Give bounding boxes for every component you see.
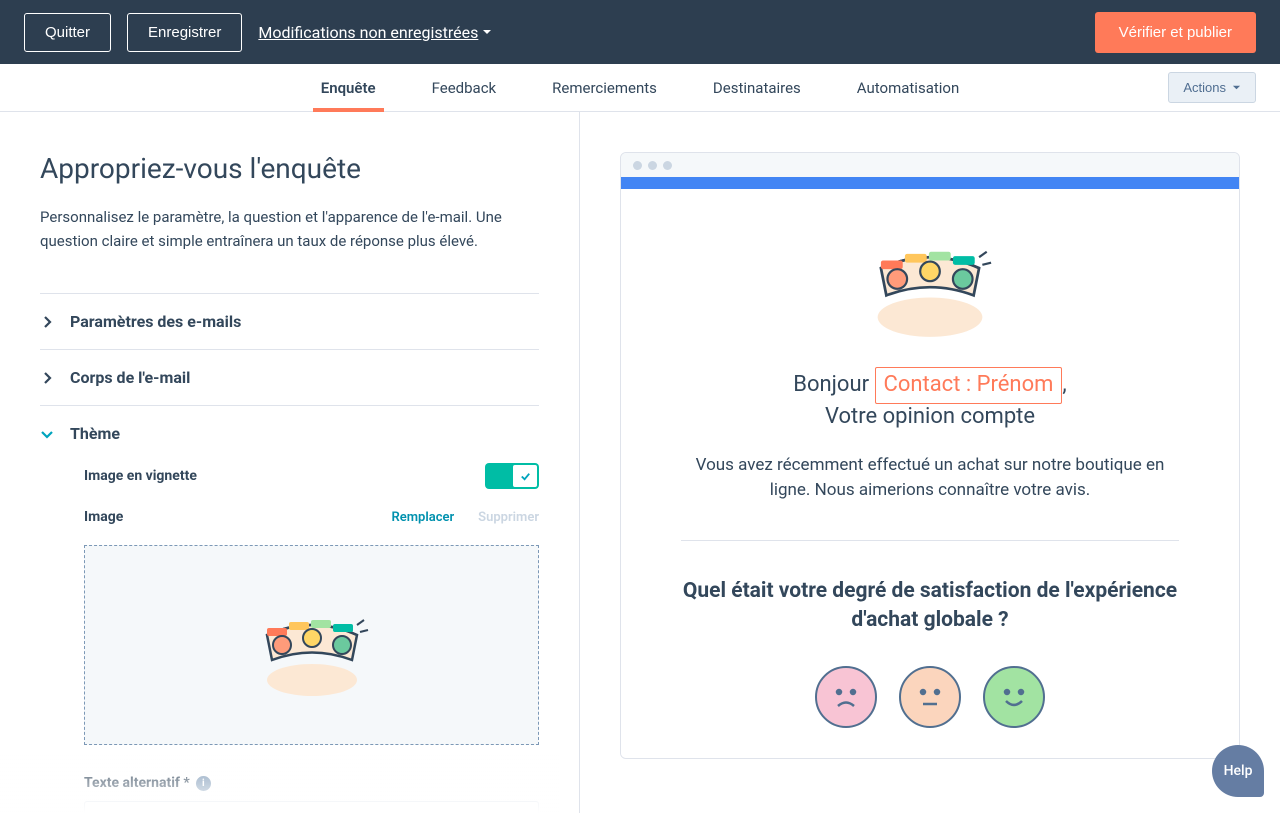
publish-button[interactable]: Vérifier et publier [1095,12,1256,53]
section-email-settings[interactable]: Paramètres des e-mails [40,312,539,331]
info-icon[interactable]: i [196,776,211,791]
tab-bar: Enquête Feedback Remerciements Destinata… [0,64,1280,112]
replace-image-link[interactable]: Remplacer [391,510,454,525]
window-dot [648,161,657,170]
thumbnail-label: Image en vignette [84,468,197,484]
personalization-token[interactable]: Contact : Prénom [875,367,1063,404]
chevron-down-icon [482,27,492,37]
tab-automation[interactable]: Automatisation [857,65,959,111]
alt-text-label: Texte alternatif * [84,775,190,791]
survey-faces-illustration [845,219,1015,339]
page-description: Personnalisez le paramètre, la question … [40,205,539,253]
sub-greeting: Votre opinion compte [681,404,1179,429]
greeting-line: Bonjour Contact : Prénom, [681,367,1179,404]
save-button[interactable]: Enregistrer [127,13,242,52]
tab-thanks[interactable]: Remerciements [552,65,657,111]
quit-button[interactable]: Quitter [24,13,111,52]
top-bar: Quitter Enregistrer Modifications non en… [0,0,1280,64]
check-icon [519,470,532,483]
divider [681,540,1179,541]
chevron-right-icon [40,315,54,329]
help-button[interactable]: Help [1212,745,1264,797]
actions-dropdown[interactable]: Actions [1168,72,1256,103]
image-preview[interactable] [84,545,539,745]
thumbnail-toggle[interactable] [485,463,539,489]
image-label: Image [84,509,123,525]
section-email-body[interactable]: Corps de l'e-mail [40,368,539,387]
window-dot [633,161,642,170]
chevron-right-icon [40,371,54,385]
unsaved-status[interactable]: Modifications non enregistrées [258,23,492,42]
section-theme[interactable]: Thème [40,424,539,443]
tab-feedback[interactable]: Feedback [432,65,497,111]
rating-happy[interactable] [983,666,1045,728]
page-title: Appropriez-vous l'enquête [40,152,539,185]
rating-neutral[interactable] [899,666,961,728]
survey-question: Quel était votre degré de satisfaction d… [681,577,1179,636]
survey-faces-illustration [237,590,387,700]
preview-panel: Bonjour Contact : Prénom, Votre opinion … [580,112,1280,813]
email-preview: Bonjour Contact : Prénom, Votre opinion … [620,152,1240,759]
chevron-down-icon [40,427,54,441]
window-dot [663,161,672,170]
delete-image-link[interactable]: Supprimer [478,510,539,525]
chevron-down-icon [1232,83,1241,92]
tab-recipients[interactable]: Destinataires [713,65,801,111]
settings-panel: Appropriez-vous l'enquête Personnalisez … [0,112,580,813]
alt-text-input[interactable] [84,801,539,813]
rating-sad[interactable] [815,666,877,728]
email-accent-bar [621,177,1239,189]
intro-text: Vous avez récemment effectué un achat su… [681,453,1179,504]
tab-survey[interactable]: Enquête [321,65,376,111]
